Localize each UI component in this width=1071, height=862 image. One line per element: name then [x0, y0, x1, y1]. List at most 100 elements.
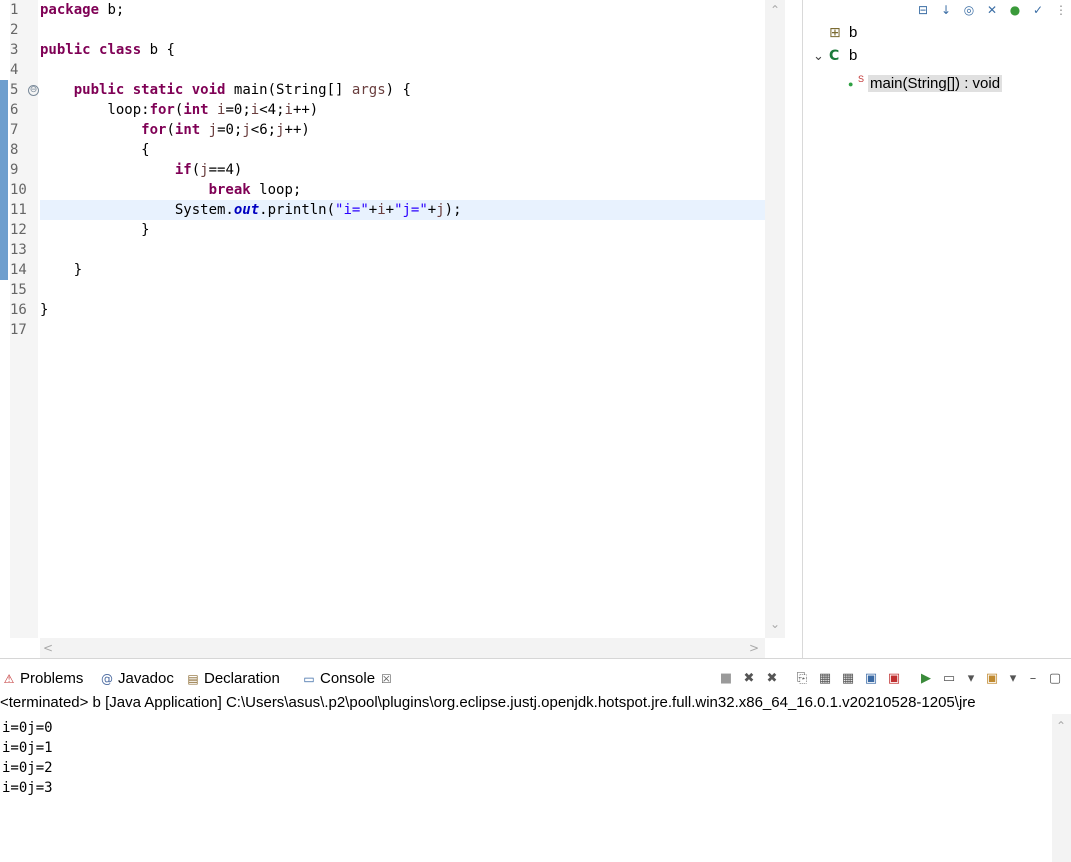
hide-fields-icon[interactable]: ◎ — [961, 2, 977, 18]
line-number: 4 — [10, 62, 19, 78]
code-line[interactable]: public class b { — [40, 40, 765, 60]
quick-diff-change-bar — [0, 80, 8, 280]
import-declarations-icon: ⊞ — [829, 25, 841, 41]
code-token: j — [208, 122, 218, 138]
sash-divider — [802, 0, 803, 658]
code-line[interactable]: public static void main(String[] args) { — [40, 80, 765, 100]
code-line[interactable]: } — [40, 300, 765, 320]
scroll-lock-icon[interactable]: ▦ — [816, 670, 834, 688]
maximize-icon[interactable]: ▢ — [1046, 670, 1064, 688]
line-number: 7 — [10, 122, 19, 138]
remove-all-terminated-icon[interactable]: ✖ — [763, 670, 781, 688]
console-vertical-scrollbar[interactable]: ⌃ — [1052, 714, 1071, 862]
java-editor[interactable]: 1 2 3 4 5 6 7 8 9 10 11 12 13 14 15 16 17 ⊖ package b; pu… — [0, 0, 785, 658]
open-console-dropdown-icon[interactable]: ▾ — [1004, 670, 1022, 688]
code-token: + — [368, 202, 378, 218]
sort-icon[interactable]: ↓ — [938, 2, 954, 18]
line-number: 12 — [10, 222, 27, 238]
scroll-down-icon[interactable]: ⌄ — [769, 618, 781, 630]
tab-declaration[interactable]: ▤ Declaration — [186, 666, 280, 692]
code-token: ==4) — [208, 162, 243, 178]
code-line[interactable] — [40, 240, 765, 260]
view-menu-icon[interactable]: ⋮ — [1053, 2, 1069, 18]
code-line[interactable]: } — [40, 260, 765, 280]
display-console-dropdown-icon[interactable]: ▾ — [962, 670, 980, 688]
code-token: loop; — [250, 182, 302, 198]
code-line[interactable]: if(j==4) — [40, 160, 765, 180]
close-tab-icon[interactable]: ☒ — [381, 672, 392, 686]
code-token: System. — [40, 202, 234, 218]
outline-item-label: main(String[]) : void — [868, 75, 1003, 92]
line-number: 2 — [10, 22, 19, 38]
code-line[interactable]: package b; — [40, 0, 765, 20]
outline-view[interactable]: ⊟ ↓ ◎ ✕ ● ✓ ⋮ ⊞ b ⌄ Cb ●S main(String[]) : void — [805, 0, 1071, 658]
code-token: } — [40, 222, 150, 238]
terminate-icon[interactable]: ■ — [717, 670, 735, 688]
current-code-line[interactable]: System.out.println("i="+i+"j="+j); — [40, 200, 765, 220]
expand-chevron-icon[interactable]: ⌄ — [813, 46, 829, 68]
code-token: loop: — [40, 102, 150, 118]
tab-console[interactable]: ▭ Console ☒ — [302, 666, 392, 692]
show-on-stderr-icon[interactable]: ▣ — [885, 670, 903, 688]
code-token: for — [149, 102, 175, 118]
code-token: ) { — [385, 82, 411, 98]
console-output-line: i=0j=1 — [2, 740, 53, 756]
code-token: i — [284, 102, 293, 118]
outline-item[interactable]: ● S main(String[]) : void — [848, 68, 1003, 92]
tab-javadoc[interactable]: @ Javadoc — [100, 666, 174, 692]
code-line[interactable]: } — [40, 220, 765, 240]
scroll-left-icon[interactable]: < — [42, 642, 54, 654]
collapse-all-icon[interactable]: ⊟ — [915, 2, 931, 18]
code-token: j — [276, 122, 285, 138]
show-console-icon[interactable]: ⎘ — [793, 670, 811, 688]
tab-problems[interactable]: ⚠ Problems — [2, 666, 84, 692]
code-token: args — [351, 82, 386, 98]
editor-horizontal-scrollbar[interactable]: < > — [40, 638, 765, 658]
code-token: void — [191, 82, 226, 98]
code-line[interactable] — [40, 280, 765, 300]
code-token: j — [436, 202, 445, 218]
code-token: j — [242, 122, 251, 138]
fold-collapse-icon[interactable]: ⊖ — [28, 85, 39, 96]
line-number: 11 — [10, 202, 27, 218]
code-line[interactable]: { — [40, 140, 765, 160]
hide-static-icon[interactable]: ✕ — [984, 2, 1000, 18]
display-selected-console-icon[interactable]: ▭ — [940, 670, 958, 688]
code-token: b; — [99, 2, 125, 18]
code-line[interactable]: break loop; — [40, 180, 765, 200]
code-line[interactable]: loop:for(int i=0;i<4;i++) — [40, 100, 765, 120]
word-wrap-icon[interactable]: ▦ — [839, 670, 857, 688]
code-token: ++) — [292, 102, 319, 118]
hide-local-types-icon[interactable]: ✓ — [1030, 2, 1046, 18]
code-line[interactable] — [40, 320, 765, 340]
outline-item[interactable]: ⌄ Cb — [813, 45, 857, 67]
scroll-up-icon[interactable]: ⌃ — [1055, 720, 1067, 732]
tab-label: Console — [320, 670, 376, 687]
scroll-right-icon[interactable]: > — [748, 642, 760, 654]
line-number: 9 — [10, 162, 19, 178]
line-number: 6 — [10, 102, 19, 118]
console-output[interactable]: i=0j=0 i=0j=1 i=0j=2 i=0j=3 — [0, 714, 1052, 862]
hide-nonpublic-icon[interactable]: ● — [1007, 2, 1023, 18]
code-area[interactable]: package b; public class b { public static… — [40, 0, 765, 638]
minimize-icon[interactable]: – — [1024, 670, 1042, 688]
open-console-icon[interactable]: ▣ — [983, 670, 1001, 688]
remove-launch-icon[interactable]: ✖ — [740, 670, 758, 688]
code-line[interactable] — [40, 20, 765, 40]
line-number: 1 — [10, 2, 19, 18]
show-on-stdout-icon[interactable]: ▣ — [862, 670, 880, 688]
code-token: } — [40, 302, 49, 318]
outline-item[interactable]: ⊞ b — [813, 22, 857, 44]
code-token: <4; — [259, 102, 285, 118]
code-line[interactable]: for(int j=0;j<6;j++) — [40, 120, 765, 140]
editor-vertical-scrollbar[interactable]: ⌃ ⌄ — [765, 0, 785, 638]
pin-console-icon[interactable]: ▶ — [917, 670, 935, 688]
scroll-up-icon[interactable]: ⌃ — [769, 4, 781, 16]
line-number: 17 — [10, 322, 27, 338]
problems-icon: ⚠ — [3, 672, 15, 687]
code-line[interactable] — [40, 60, 765, 80]
code-token: int — [183, 102, 209, 118]
